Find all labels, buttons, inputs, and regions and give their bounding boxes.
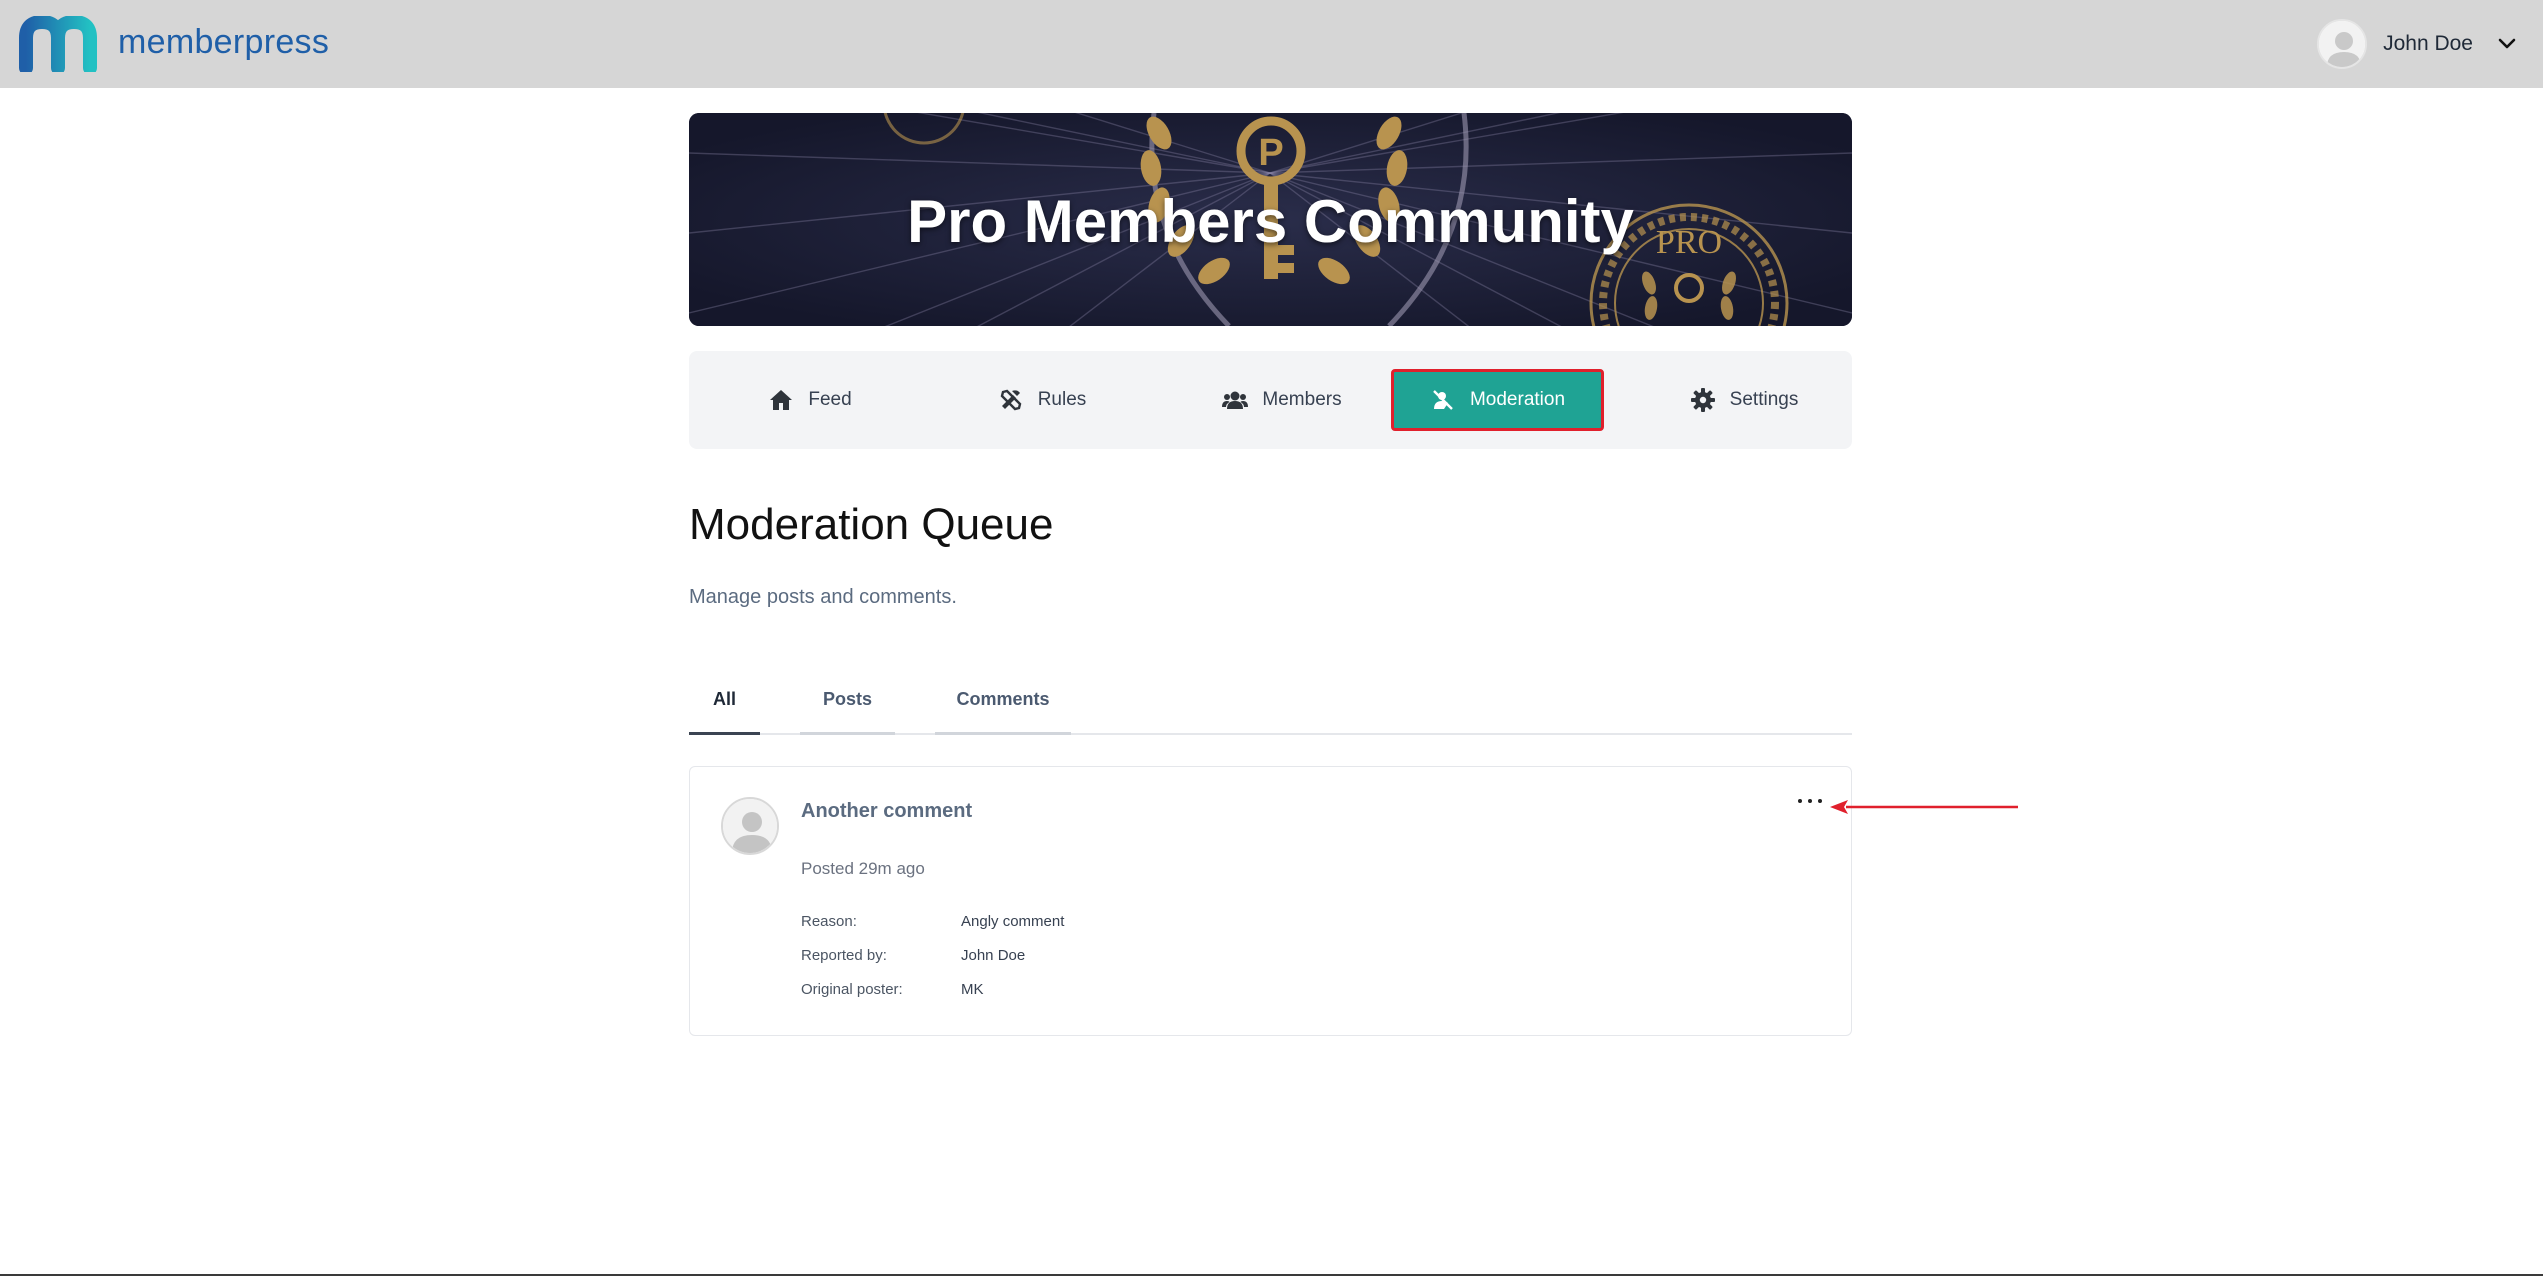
nav-settings-label: Settings — [1729, 389, 1799, 410]
nav-moderation-label: Moderation — [1469, 389, 1566, 410]
tab-posts-label: Posts — [822, 689, 873, 709]
tab-comments[interactable]: Comments — [935, 680, 1071, 735]
user-name: John Doe — [2383, 32, 2473, 55]
annotation-arrow — [1830, 800, 2018, 814]
reason-label: Reason: — [801, 913, 857, 930]
memberpress-logo-icon — [19, 16, 97, 72]
moderation-icon — [1430, 387, 1456, 413]
user-avatar-icon — [723, 799, 777, 853]
reported-by-label: Reported by: — [801, 947, 887, 964]
nav-moderation[interactable]: Moderation — [1391, 369, 1604, 431]
users-icon — [1222, 387, 1249, 413]
memberpress-logo[interactable]: memberpress — [18, 14, 329, 74]
original-poster-label: Original poster: — [801, 981, 903, 998]
svg-text:P: P — [1258, 132, 1283, 174]
page-subtitle: Manage posts and comments. — [689, 586, 957, 608]
nav-members[interactable]: Members — [1202, 369, 1362, 431]
nav-settings[interactable]: Settings — [1664, 369, 1824, 431]
user-avatar-icon — [2319, 21, 2366, 67]
comment-title[interactable]: Another comment — [801, 800, 972, 823]
home-icon — [768, 387, 794, 413]
tab-all-label: All — [712, 689, 736, 709]
tab-posts[interactable]: Posts — [800, 680, 895, 735]
avatar — [2317, 19, 2368, 69]
original-poster-value: MK — [961, 981, 984, 998]
user-menu[interactable]: John Doe — [2317, 18, 2517, 70]
chevron-down-icon[interactable] — [2497, 34, 2517, 54]
nav-feed[interactable]: Feed — [745, 369, 875, 431]
avatar — [721, 797, 779, 855]
top-bar: memberpress John Doe — [0, 0, 2543, 88]
nav-rules[interactable]: Rules — [977, 369, 1107, 431]
page-title: Moderation Queue — [689, 500, 1054, 549]
moderation-item-card: Another comment Posted 29m ago Reason: A… — [689, 766, 1852, 1036]
reason-value: Angly comment — [961, 913, 1065, 930]
community-nav: Feed Rules Members Moderation Settings — [689, 351, 1852, 449]
tab-comments-label: Comments — [956, 689, 1050, 709]
nav-rules-label: Rules — [1037, 389, 1087, 410]
nav-members-label: Members — [1262, 389, 1342, 410]
ellipsis-icon[interactable] — [1793, 791, 1827, 811]
reported-by-value: John Doe — [961, 947, 1026, 964]
gear-icon — [1690, 387, 1716, 413]
tools-icon — [998, 387, 1024, 413]
tab-all[interactable]: All — [689, 680, 760, 735]
community-title: Pro Members Community — [907, 188, 1634, 255]
brand-name: memberpress — [118, 22, 330, 61]
posted-time: Posted 29m ago — [801, 859, 925, 878]
community-banner: P PRO Pro Members Community — [689, 113, 1852, 326]
nav-feed-label: Feed — [808, 389, 852, 410]
